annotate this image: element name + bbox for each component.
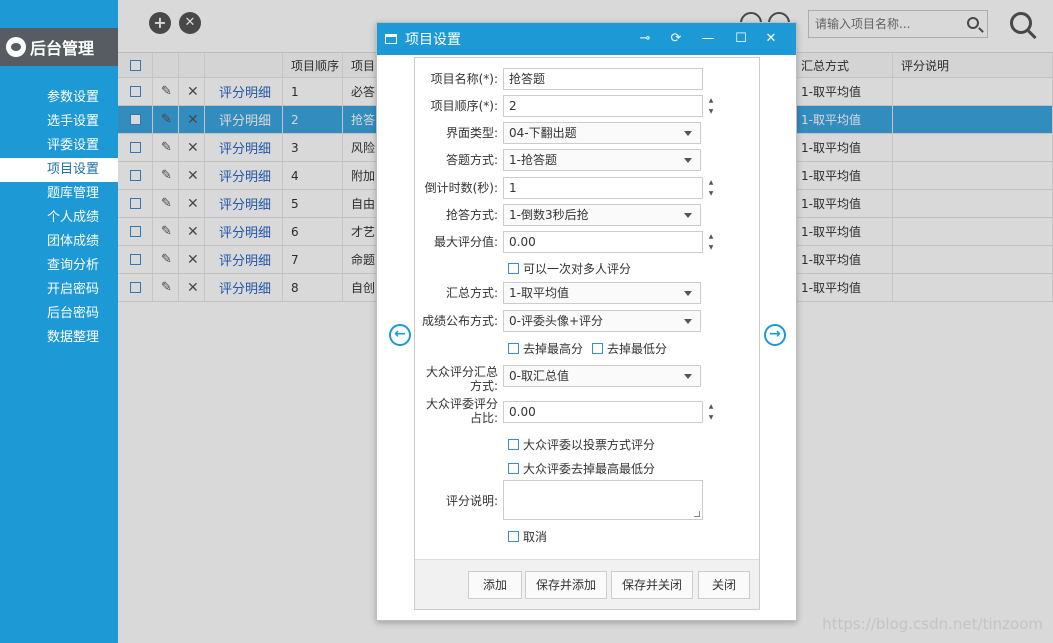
sidebar: 后台管理 参数设置 选手设置 评委设置 项目设置 题库管理 个人成绩 团体成绩 …	[0, 0, 118, 643]
sidebar-item-query[interactable]: 查询分析	[0, 254, 118, 278]
previous-arrow-icon[interactable]: ←	[389, 324, 411, 346]
max-score-spinner[interactable]: ▲ ▼	[707, 231, 715, 253]
answer-mode-label: 答题方式:	[445, 153, 498, 167]
vote-label: 大众评委以投票方式评分	[523, 438, 656, 452]
sidebar-item-question-bank[interactable]: 题库管理	[0, 182, 118, 206]
sidebar-item-personal-scores[interactable]: 个人成绩	[0, 206, 118, 230]
public-summary-select[interactable]: 0-取汇总值	[503, 365, 701, 387]
ui-type-label: 界面类型:	[445, 126, 498, 140]
maximize-icon[interactable]: ☐	[732, 31, 750, 46]
drop-high-label: 去掉最高分	[523, 342, 584, 356]
sidebar-item-admin-password[interactable]: 后台密码	[0, 302, 118, 326]
next-arrow-icon[interactable]: →	[764, 324, 786, 346]
sidebar-item-projects[interactable]: 项目设置	[0, 158, 118, 182]
close-dialog-icon[interactable]: ✕	[762, 31, 780, 46]
sidebar-nav: 参数设置 选手设置 评委设置 项目设置 题库管理 个人成绩 团体成绩 查询分析 …	[0, 86, 118, 350]
watermark: https://blog.csdn.net/tinzoom	[822, 615, 1043, 633]
project-settings-dialog: 项目设置 ⊸ ⟳ — ☐ ✕ ← → 项目名称(*): 抢答题 项目顺序(*):…	[376, 22, 797, 621]
dialog-button-bar: 添加 保存并添加 保存并关闭 关闭	[415, 559, 759, 609]
multi-score-checkbox[interactable]: 可以一次对多人评分	[508, 260, 631, 277]
public-ratio-label: 大众评委评分占比:	[425, 397, 498, 425]
save-and-add-button[interactable]: 保存并添加	[525, 571, 607, 599]
public-drop-checkbox[interactable]: 大众评委去掉最高最低分	[508, 460, 655, 477]
grab-mode-select[interactable]: 1-倒数3秒后抢	[503, 204, 701, 226]
public-ratio-spinner[interactable]: ▲ ▼	[707, 401, 715, 423]
sidebar-item-params[interactable]: 参数设置	[0, 86, 118, 110]
countdown-input[interactable]: 1	[503, 177, 703, 199]
logo-text: 后台管理	[30, 39, 95, 58]
sidebar-item-data-cleanup[interactable]: 数据整理	[0, 326, 118, 350]
minimize-icon[interactable]: —	[699, 31, 717, 46]
name-label: 项目名称(*):	[430, 72, 498, 86]
sidebar-item-judges[interactable]: 评委设置	[0, 134, 118, 158]
reload-icon[interactable]: ⟳	[667, 31, 685, 46]
pin-icon[interactable]: ⊸	[636, 31, 654, 46]
publish-select[interactable]: 0-评委头像+评分	[503, 310, 701, 332]
note-textarea[interactable]	[503, 480, 703, 520]
close-button[interactable]: 关闭	[698, 571, 750, 599]
countdown-label: 倒计时数(秒):	[424, 181, 498, 195]
publish-label: 成绩公布方式:	[421, 314, 498, 328]
name-input[interactable]: 抢答题	[503, 68, 703, 90]
public-drop-label: 大众评委去掉最高最低分	[523, 462, 656, 476]
public-summary-label: 大众评分汇总方式:	[425, 365, 498, 393]
sidebar-item-contestants[interactable]: 选手设置	[0, 110, 118, 134]
countdown-spinner[interactable]: ▲ ▼	[707, 177, 715, 199]
save-and-close-button[interactable]: 保存并关闭	[611, 571, 693, 599]
vote-checkbox[interactable]: 大众评委以投票方式评分	[508, 436, 655, 453]
dialog-title: 项目设置	[405, 32, 461, 48]
add-submit-button[interactable]: 添加	[468, 571, 522, 599]
answer-mode-select[interactable]: 1-抢答题	[503, 149, 701, 171]
drop-low-checkbox[interactable]: 去掉最低分	[592, 340, 667, 357]
drop-low-label: 去掉最低分	[607, 342, 668, 356]
logo-icon	[6, 37, 26, 57]
summary-select[interactable]: 1-取平均值	[503, 282, 701, 304]
ui-type-select[interactable]: 04-下翻出题	[503, 122, 701, 144]
sidebar-item-open-password[interactable]: 开启密码	[0, 278, 118, 302]
settings-form: 项目名称(*): 抢答题 项目顺序(*): 2 ▲ ▼ 界面类型: 04-下翻出题…	[414, 57, 760, 610]
public-ratio-input[interactable]: 0.00	[503, 401, 703, 423]
drop-high-checkbox[interactable]: 去掉最高分	[508, 340, 583, 357]
summary-label: 汇总方式:	[445, 286, 498, 300]
max-score-label: 最大评分值:	[433, 235, 498, 249]
app-logo: 后台管理	[0, 28, 118, 66]
multi-score-label: 可以一次对多人评分	[523, 262, 632, 276]
order-label: 项目顺序(*):	[430, 99, 498, 113]
sidebar-item-team-scores[interactable]: 团体成绩	[0, 230, 118, 254]
order-input[interactable]: 2	[503, 95, 703, 117]
cancel-checkbox[interactable]: 取消	[508, 528, 547, 545]
window-icon	[385, 34, 397, 44]
note-label: 评分说明:	[445, 494, 498, 508]
max-score-input[interactable]: 0.00	[503, 231, 703, 253]
order-spinner[interactable]: ▲ ▼	[707, 95, 715, 117]
grab-mode-label: 抢答方式:	[445, 208, 498, 222]
cancel-label: 取消	[523, 530, 548, 544]
